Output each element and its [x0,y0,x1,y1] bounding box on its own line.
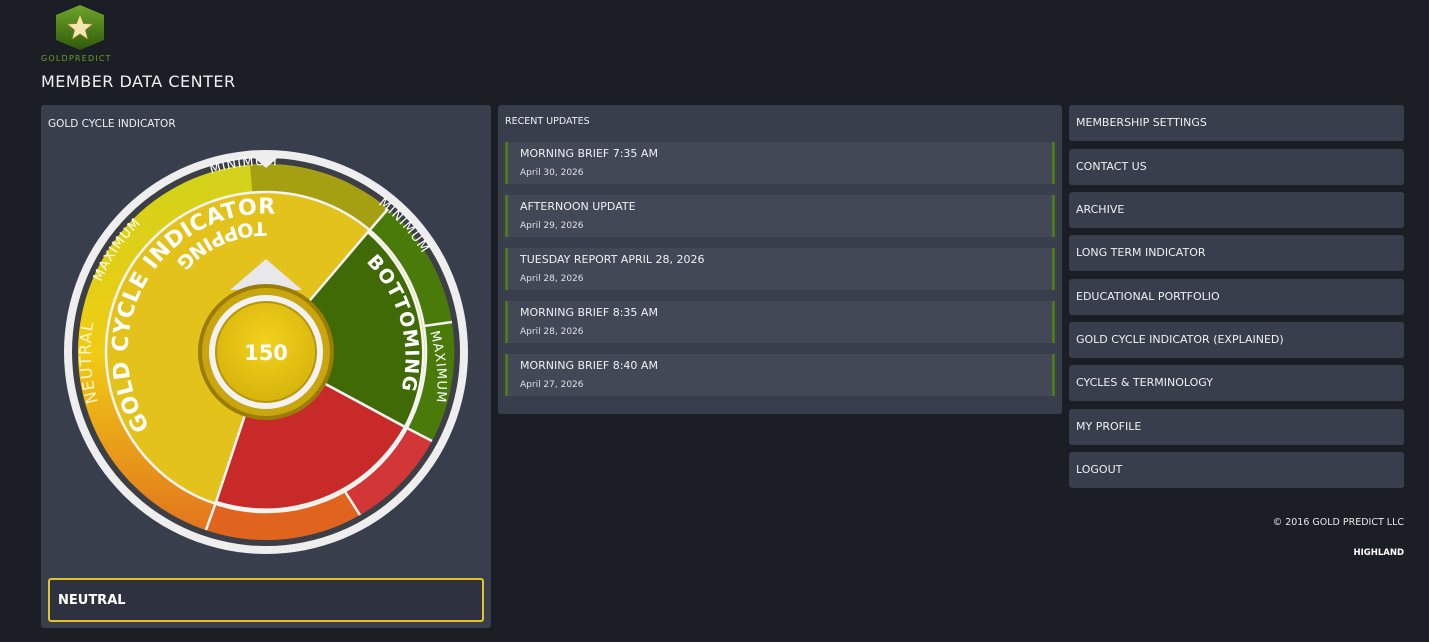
gold-cycle-status-box: NEUTRAL [48,578,484,622]
update-item[interactable]: MORNING BRIEF 8:35 AM April 28, 2026 [505,301,1055,343]
menu-item-long-term-indicator[interactable]: LONG TERM INDICATOR [1069,235,1404,271]
menu-item-label: CONTACT US [1076,160,1147,173]
menu-item-label: LOGOUT [1076,463,1123,476]
copyright-text: © 2016 GOLD PREDICT LLC [1272,517,1404,528]
update-date: April 28, 2026 [520,274,584,284]
update-date: April 29, 2026 [520,221,584,231]
menu-item-archive[interactable]: ARCHIVE [1069,192,1404,228]
menu-item-gold-cycle-explained[interactable]: GOLD CYCLE INDICATOR (EXPLAINED) [1069,322,1404,358]
menu-item-logout[interactable]: LOGOUT [1069,452,1404,488]
menu-item-membership-settings[interactable]: MEMBERSHIP SETTINGS [1069,105,1404,141]
update-item[interactable]: MORNING BRIEF 7:35 AM April 30, 2026 [505,142,1055,184]
credit-link[interactable]: HIGHLAND [1353,548,1404,558]
menu-item-label: MEMBERSHIP SETTINGS [1076,116,1207,129]
update-item[interactable]: MORNING BRIEF 8:40 AM April 27, 2026 [505,354,1055,396]
gold-cycle-indicator-panel: GOLD CYCLE INDICATOR NEUTRAL GOLD CYCLE … [41,105,491,628]
logo-text: GOLDPREDICT [41,54,112,63]
menu-item-cycles-terminology[interactable]: CYCLES & TERMINOLOGY [1069,365,1404,401]
menu-item-contact-us[interactable]: CONTACT US [1069,149,1404,185]
recent-updates-title: RECENT UPDATES [505,116,590,127]
update-date: April 27, 2026 [520,380,584,390]
update-title: MORNING BRIEF 8:40 AM [520,359,658,372]
gold-cycle-value: 150 [244,341,288,365]
update-title: MORNING BRIEF 7:35 AM [520,147,658,160]
page-title: MEMBER DATA CENTER [41,72,236,91]
gold-cycle-status: NEUTRAL [58,593,126,608]
update-item[interactable]: AFTERNOON UPDATE April 29, 2026 [505,195,1055,237]
update-date: April 28, 2026 [520,327,584,337]
menu-item-my-profile[interactable]: MY PROFILE [1069,409,1404,445]
update-title: TUESDAY REPORT APRIL 28, 2026 [520,253,705,266]
gold-cycle-panel-title: GOLD CYCLE INDICATOR [48,118,176,130]
menu-item-label: EDUCATIONAL PORTFOLIO [1076,290,1220,303]
menu-item-label: CYCLES & TERMINOLOGY [1076,376,1213,389]
menu-item-label: MY PROFILE [1076,420,1142,433]
menu-item-educational-portfolio[interactable]: EDUCATIONAL PORTFOLIO [1069,279,1404,315]
update-item[interactable]: TUESDAY REPORT APRIL 28, 2026 April 28, … [505,248,1055,290]
menu-item-label: LONG TERM INDICATOR [1076,246,1206,259]
update-date: April 30, 2026 [520,168,584,178]
menu-item-label: GOLD CYCLE INDICATOR (EXPLAINED) [1076,333,1284,346]
recent-updates-panel: RECENT UPDATES MORNING BRIEF 7:35 AM Apr… [498,105,1062,414]
update-title: AFTERNOON UPDATE [520,200,636,213]
gold-cycle-wheel: NEUTRAL GOLD CYCLE INDICATOR BOTTOMING T… [64,150,468,554]
menu-item-label: ARCHIVE [1076,203,1125,216]
update-title: MORNING BRIEF 8:35 AM [520,306,658,319]
